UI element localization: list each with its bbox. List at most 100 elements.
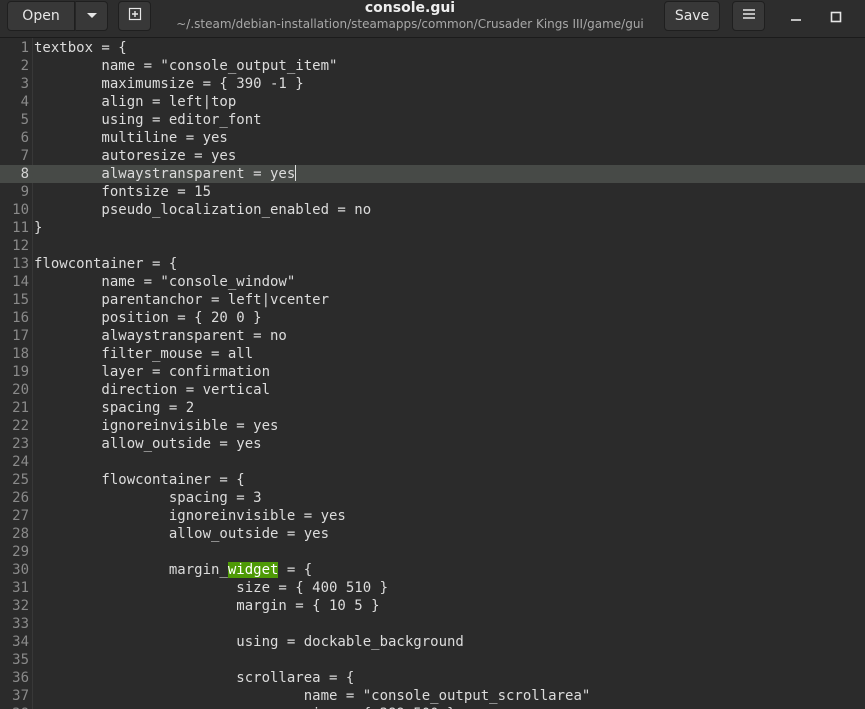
code-text[interactable]: textbox = { [34, 39, 127, 57]
code-line[interactable]: 16 position = { 20 0 } [0, 309, 865, 327]
code-line[interactable]: 17 alwaystransparent = no [0, 327, 865, 345]
code-line[interactable]: 29 [0, 543, 865, 561]
code-line[interactable]: 25 flowcontainer = { [0, 471, 865, 489]
code-text[interactable]: pseudo_localization_enabled = no [34, 201, 371, 219]
code-line[interactable]: 15 parentanchor = left|vcenter [0, 291, 865, 309]
code-text[interactable]: using = editor_font [34, 111, 261, 129]
save-button[interactable]: Save [664, 1, 720, 31]
code-line[interactable]: 24 [0, 453, 865, 471]
code-text[interactable]: ignoreinvisible = yes [34, 417, 278, 435]
code-text[interactable]: autoresize = yes [34, 147, 236, 165]
code-line[interactable]: 3 maximumsize = { 390 -1 } [0, 75, 865, 93]
code-line[interactable]: 38 size = { 389 500 } [0, 705, 865, 709]
code-text[interactable]: alwaystransparent = no [34, 327, 286, 345]
line-number: 23 [12, 436, 29, 452]
code-text[interactable]: allow_outside = yes [34, 525, 329, 543]
line-number: 24 [12, 454, 29, 470]
code-line[interactable]: 19 layer = confirmation [0, 363, 865, 381]
line-number: 9 [20, 184, 29, 200]
code-line[interactable]: 20 direction = vertical [0, 381, 865, 399]
open-menu-button[interactable] [75, 1, 108, 31]
code-line[interactable]: 9 fontsize = 15 [0, 183, 865, 201]
code-text[interactable]: } [34, 219, 42, 237]
code-line[interactable]: 27 ignoreinvisible = yes [0, 507, 865, 525]
code-line[interactable]: 37 name = "console_output_scrollarea" [0, 687, 865, 705]
code-line[interactable]: 12 [0, 237, 865, 255]
code-text[interactable]: direction = vertical [34, 381, 270, 399]
code-line[interactable]: 26 spacing = 3 [0, 489, 865, 507]
code-text[interactable]: filter_mouse = all [34, 345, 253, 363]
code-line[interactable]: 10 pseudo_localization_enabled = no [0, 201, 865, 219]
code-text[interactable]: name = "console_window" [34, 273, 295, 291]
line-number: 8 [20, 166, 29, 182]
line-number: 18 [12, 346, 29, 362]
code-line[interactable]: 18 filter_mouse = all [0, 345, 865, 363]
code-line[interactable]: 31 size = { 400 510 } [0, 579, 865, 597]
code-line[interactable]: 35 [0, 651, 865, 669]
line-number: 19 [12, 364, 29, 380]
code-line[interactable]: 6 multiline = yes [0, 129, 865, 147]
code-line[interactable]: 34 using = dockable_background [0, 633, 865, 651]
code-line[interactable]: 36 scrollarea = { [0, 669, 865, 687]
code-line[interactable]: 14 name = "console_window" [0, 273, 865, 291]
code-line[interactable]: 13 flowcontainer = { [0, 255, 865, 273]
code-text[interactable]: multiline = yes [34, 129, 227, 147]
code-line[interactable]: 1 textbox = { [0, 39, 865, 57]
code-text[interactable]: using = dockable_background [34, 633, 464, 651]
line-number: 37 [12, 688, 29, 704]
open-button[interactable]: Open [7, 1, 75, 31]
minimize-button[interactable] [781, 4, 811, 30]
line-number: 3 [20, 76, 29, 92]
code-line[interactable]: 33 [0, 615, 865, 633]
code-text[interactable]: margin_widget = { [34, 561, 312, 579]
main-menu-button[interactable] [732, 1, 765, 31]
code-line[interactable]: 11} [0, 219, 865, 237]
code-text[interactable]: scrollarea = { [34, 669, 354, 687]
code-line[interactable]: 28 allow_outside = yes [0, 525, 865, 543]
line-number: 27 [12, 508, 29, 524]
code-line[interactable]: 5 using = editor_font [0, 111, 865, 129]
header-bar: Open console.gui ~/.steam/debian-install… [0, 0, 865, 38]
code-text[interactable]: name = "console_output_scrollarea" [34, 687, 591, 705]
code-line[interactable]: 23 allow_outside = yes [0, 435, 865, 453]
code-text[interactable]: alwaystransparent = yes [34, 165, 297, 183]
code-text[interactable]: spacing = 2 [34, 399, 194, 417]
line-number: 11 [12, 220, 29, 236]
line-number: 16 [12, 310, 29, 326]
maximize-icon [830, 8, 842, 27]
code-text[interactable]: margin = { 10 5 } [34, 597, 379, 615]
text-cursor [295, 165, 297, 181]
hamburger-menu-icon [742, 8, 756, 24]
code-line[interactable]: 4 align = left|top [0, 93, 865, 111]
code-line[interactable]: 7 autoresize = yes [0, 147, 865, 165]
code-text[interactable]: flowcontainer = { [34, 471, 244, 489]
code-line[interactable]: 21 spacing = 2 [0, 399, 865, 417]
code-text[interactable]: align = left|top [34, 93, 236, 111]
window-title-area: console.gui ~/.steam/debian-installation… [165, 0, 655, 32]
code-text[interactable]: flowcontainer = { [34, 255, 177, 273]
code-text[interactable]: fontsize = 15 [34, 183, 211, 201]
line-number: 31 [12, 580, 29, 596]
code-text[interactable]: size = { 389 500 } [34, 705, 456, 709]
code-text[interactable]: spacing = 3 [34, 489, 262, 507]
code-text[interactable]: parentanchor = left|vcenter [34, 291, 329, 309]
text-editor-area[interactable]: 1 textbox = {2 name = "console_output_ite… [0, 38, 865, 709]
code-line[interactable]: 22 ignoreinvisible = yes [0, 417, 865, 435]
code-text[interactable]: maximumsize = { 390 -1 } [34, 75, 303, 93]
code-text[interactable]: layer = confirmation [34, 363, 270, 381]
code-text[interactable]: ignoreinvisible = yes [34, 507, 346, 525]
line-number: 6 [20, 130, 29, 146]
code-text[interactable]: size = { 400 510 } [34, 579, 388, 597]
code-text[interactable]: allow_outside = yes [34, 435, 261, 453]
code-line[interactable]: 32 margin = { 10 5 } [0, 597, 865, 615]
maximize-button[interactable] [821, 4, 851, 30]
code-line[interactable]: 8 alwaystransparent = yes [0, 165, 865, 183]
code-line[interactable]: 30 margin_widget = { [0, 561, 865, 579]
line-number: 5 [20, 112, 29, 128]
new-tab-button[interactable] [118, 1, 151, 31]
code-line[interactable]: 2 name = "console_output_item" [0, 57, 865, 75]
line-number: 14 [12, 274, 29, 290]
code-text[interactable]: position = { 20 0 } [34, 309, 261, 327]
new-tab-icon [127, 6, 143, 26]
code-text[interactable]: name = "console_output_item" [34, 57, 337, 75]
